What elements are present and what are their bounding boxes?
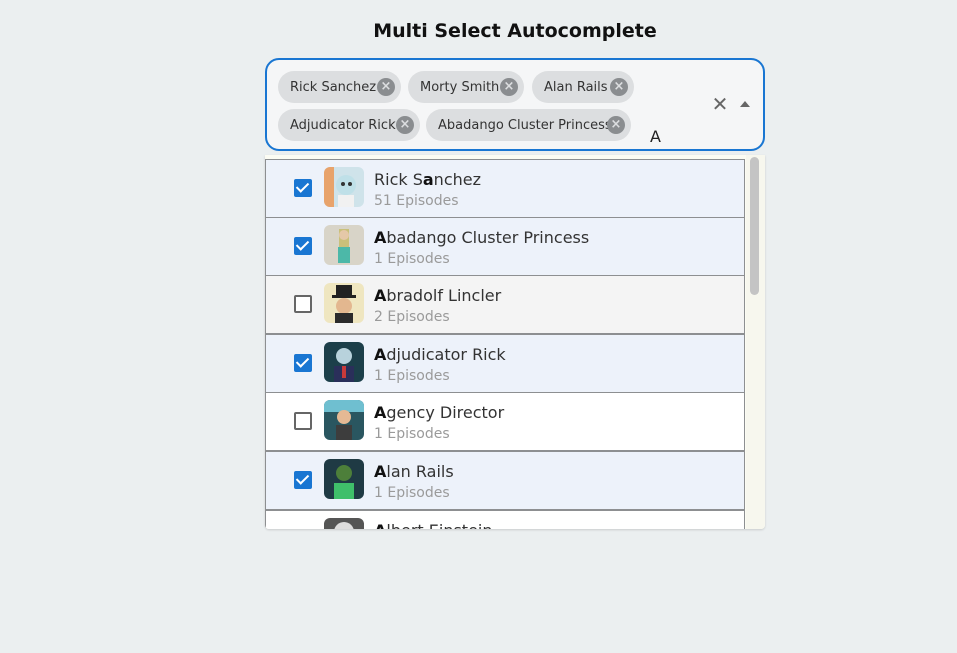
- options-listbox: Rick Sanchez 51 Episodes Abadango Cluste…: [265, 155, 765, 529]
- option-name: Abadango Cluster Princess: [374, 228, 590, 247]
- chip-rick-sanchez[interactable]: Rick Sanchez ×: [278, 71, 401, 103]
- option-agency-director[interactable]: Agency Director 1 Episodes: [265, 392, 745, 451]
- chip-label: Alan Rails: [544, 79, 608, 95]
- checkbox[interactable]: [294, 471, 312, 489]
- option-episodes: 1 Episodes: [374, 368, 450, 384]
- chip-morty-smith[interactable]: Morty Smith ×: [408, 71, 524, 103]
- arrow-up-icon[interactable]: [735, 97, 755, 113]
- avatar: [324, 342, 364, 382]
- option-name: Albert Einstein: [374, 521, 493, 529]
- option-abadango-cluster-princess[interactable]: Abadango Cluster Princess 1 Episodes: [265, 217, 745, 276]
- avatar: [324, 283, 364, 323]
- chip-adjudicator-rick[interactable]: Adjudicator Rick ×: [278, 109, 420, 141]
- checkbox[interactable]: [294, 179, 312, 197]
- option-adjudicator-rick[interactable]: Adjudicator Rick 1 Episodes: [265, 334, 745, 393]
- option-name: Abradolf Lincler: [374, 286, 502, 305]
- checkbox[interactable]: [294, 295, 312, 313]
- avatar: [324, 459, 364, 499]
- option-albert-einstein[interactable]: Albert Einstein: [265, 510, 745, 529]
- option-name: Rick Sanchez: [374, 170, 481, 189]
- option-abradolf-lincler[interactable]: Abradolf Lincler 2 Episodes: [265, 275, 745, 334]
- chip-remove-icon[interactable]: ×: [607, 116, 625, 134]
- checkbox[interactable]: [294, 412, 312, 430]
- avatar: [324, 400, 364, 440]
- avatar: [324, 167, 364, 207]
- avatar: [324, 225, 364, 265]
- option-rick-sanchez[interactable]: Rick Sanchez 51 Episodes: [265, 159, 745, 218]
- scrollbar[interactable]: [746, 155, 765, 529]
- option-episodes: 1 Episodes: [374, 251, 450, 267]
- option-episodes: 51 Episodes: [374, 193, 459, 209]
- chip-label: Abadango Cluster Princess: [438, 117, 612, 133]
- avatar: [324, 518, 364, 529]
- multi-select-input[interactable]: Rick Sanchez × Morty Smith × Alan Rails …: [265, 58, 765, 151]
- option-alan-rails[interactable]: Alan Rails 1 Episodes: [265, 451, 745, 510]
- checkbox[interactable]: [294, 354, 312, 372]
- chip-abadango-cluster-princess[interactable]: Abadango Cluster Princess ×: [426, 109, 631, 141]
- chip-label: Adjudicator Rick: [290, 117, 396, 133]
- option-name: Adjudicator Rick: [374, 345, 506, 364]
- chip-label: Rick Sanchez: [290, 79, 377, 95]
- chip-alan-rails[interactable]: Alan Rails ×: [532, 71, 634, 103]
- option-episodes: 1 Episodes: [374, 485, 450, 501]
- search-input-value[interactable]: A: [650, 127, 661, 146]
- option-episodes: 2 Episodes: [374, 309, 450, 325]
- chip-remove-icon[interactable]: ×: [377, 78, 395, 96]
- scrollbar-thumb[interactable]: [750, 157, 759, 295]
- chip-remove-icon[interactable]: ×: [610, 78, 628, 96]
- checkbox[interactable]: [294, 237, 312, 255]
- chip-remove-icon[interactable]: ×: [396, 116, 414, 134]
- option-name: Alan Rails: [374, 462, 454, 481]
- option-episodes: 1 Episodes: [374, 426, 450, 442]
- page-title: Multi Select Autocomplete: [373, 20, 657, 42]
- option-name: Agency Director: [374, 403, 505, 422]
- chip-label: Morty Smith: [420, 79, 500, 95]
- chip-remove-icon[interactable]: ×: [500, 78, 518, 96]
- close-icon[interactable]: ✕: [710, 95, 730, 115]
